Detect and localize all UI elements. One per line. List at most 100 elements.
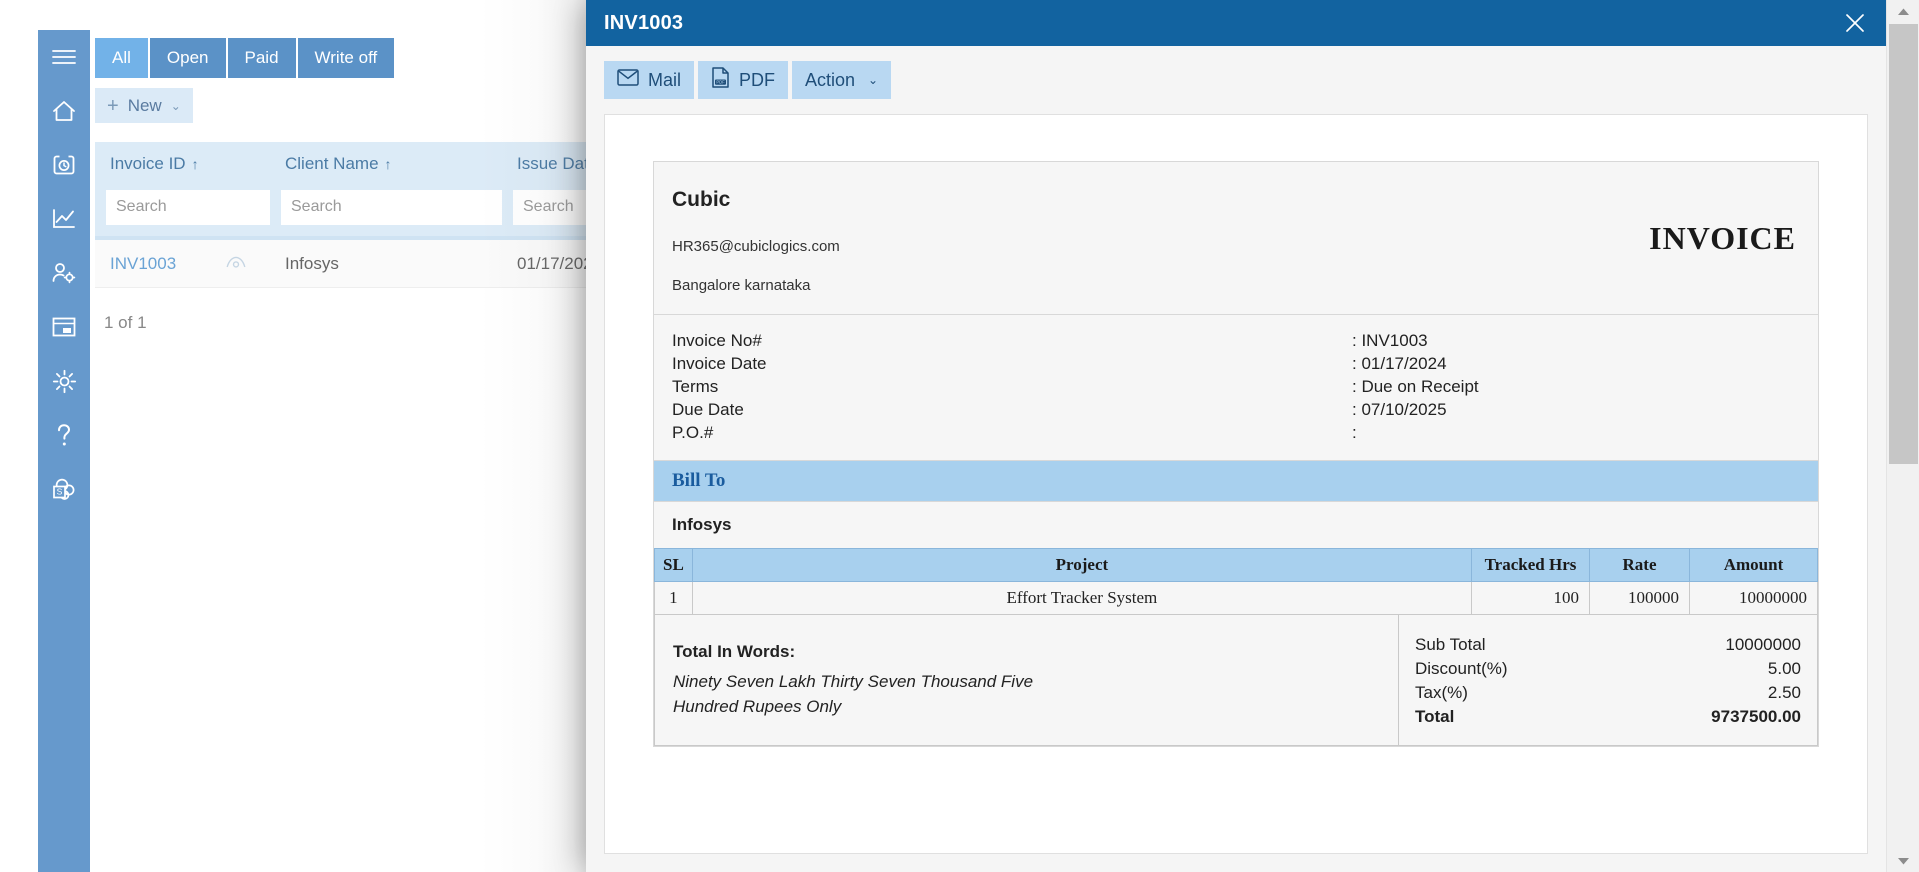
meta-label: Due Date xyxy=(672,400,744,419)
modal-header: INV1003 xyxy=(586,0,1886,46)
line-item-row: 1 Effort Tracker System 100 100000 10000… xyxy=(654,581,1818,615)
summary-row-total: Total 9737500.00 xyxy=(1415,705,1801,729)
action-button-label: Action xyxy=(805,69,856,90)
column-header-label: Invoice ID xyxy=(110,154,186,173)
modal-body: Cubic HR365@cubiclogics.com Bangalore ka… xyxy=(586,114,1886,872)
sidebar-item-help[interactable] xyxy=(38,408,90,462)
invoice-word-mark: INVOICE xyxy=(1649,220,1796,256)
close-icon[interactable] xyxy=(1824,0,1886,46)
column-header-label: Client Name xyxy=(285,154,379,173)
cell-rate: 100000 xyxy=(1589,581,1690,615)
pdf-button[interactable]: PDF PDF xyxy=(698,61,789,99)
invoice-meta-block: Invoice No# : INV1003 Invoice Date : 01/… xyxy=(654,314,1818,460)
line-items-header-row: SL Project Tracked Hrs Rate Amount xyxy=(654,548,1818,582)
company-email: HR365@cubiclogics.com xyxy=(672,238,840,255)
invoice-document: Cubic HR365@cubiclogics.com Bangalore ka… xyxy=(653,161,1819,747)
total-in-words-label: Total In Words: xyxy=(673,641,796,661)
meta-value: : 01/17/2024 xyxy=(1352,354,1447,373)
cell-tracked-hrs: 100 xyxy=(1471,581,1590,615)
new-button-label: New xyxy=(127,95,162,115)
header-amount: Amount xyxy=(1689,548,1818,582)
bill-to-heading: Bill To xyxy=(654,460,1818,501)
cell-invoice-id[interactable]: INV1003 xyxy=(95,254,270,274)
meta-row: Invoice Date : 01/17/2024 xyxy=(672,352,1800,375)
sidebar-item-menu[interactable] xyxy=(38,30,90,84)
filter-tab-paid[interactable]: Paid xyxy=(227,38,296,78)
meta-label: Invoice Date xyxy=(672,354,767,373)
invoice-header: Cubic HR365@cubiclogics.com Bangalore ka… xyxy=(654,162,1818,314)
invoice-id-link: INV1003 xyxy=(110,253,177,273)
new-invoice-button[interactable]: + New ⌄ xyxy=(95,88,193,123)
column-header-invoice-id[interactable]: Invoice ID ↑ xyxy=(95,154,270,174)
line-items-table: SL Project Tracked Hrs Rate Amount 1 Eff… xyxy=(654,548,1818,615)
mail-button[interactable]: Mail xyxy=(604,61,695,99)
meta-row: Invoice No# : INV1003 xyxy=(672,329,1800,352)
company-address: Bangalore karnataka xyxy=(672,277,811,294)
timesheet-clock-icon xyxy=(52,153,76,177)
pagination-label: 1 of 1 xyxy=(104,313,147,332)
cell-client-name: Infosys xyxy=(285,253,339,273)
summary-block: Sub Total 10000000 Discount(%) 5.00 Tax(… xyxy=(1399,615,1817,745)
meta-label: Invoice No# xyxy=(672,331,762,350)
scrollbar-down-arrow-icon[interactable] xyxy=(1887,850,1919,872)
sidebar-item-timesheet[interactable] xyxy=(38,138,90,192)
column-header-client-name[interactable]: Client Name ↑ xyxy=(270,154,502,174)
window-scrollbar[interactable] xyxy=(1886,0,1919,872)
meta-value: : 07/10/2025 xyxy=(1352,400,1447,419)
search-cell-client-name xyxy=(270,189,502,225)
company-name: Cubic xyxy=(672,188,731,211)
filter-tab-write-off[interactable]: Write off xyxy=(297,38,395,78)
summary-label: Sub Total xyxy=(1415,635,1486,654)
gear-icon xyxy=(52,369,77,394)
preview-eye-icon[interactable] xyxy=(226,254,246,274)
sidebar-item-reports[interactable] xyxy=(38,192,90,246)
header-tracked-hrs: Tracked Hrs xyxy=(1471,548,1590,582)
action-button[interactable]: Action ⌄ xyxy=(792,61,892,99)
summary-row-sub-total: Sub Total 10000000 xyxy=(1415,633,1801,657)
sidebar-item-settings[interactable] xyxy=(38,354,90,408)
total-in-words-block: Total In Words: Ninety Seven Lakh Thirty… xyxy=(655,615,1399,745)
summary-label: Discount(%) xyxy=(1415,659,1508,678)
meta-value: : Due on Receipt xyxy=(1352,377,1479,396)
meta-label: P.O.# xyxy=(672,423,714,442)
filter-tab-open[interactable]: Open xyxy=(149,38,226,78)
status-filter-tabs: All Open Paid Write off xyxy=(95,38,395,78)
meta-row: Terms : Due on Receipt xyxy=(672,375,1800,398)
home-icon xyxy=(51,99,77,123)
cell-amount: 10000000 xyxy=(1689,581,1818,615)
search-input-invoice-id[interactable] xyxy=(106,189,270,225)
meta-label: Terms xyxy=(672,377,719,396)
meta-value: : xyxy=(1352,423,1357,442)
meta-row: P.O.# : xyxy=(672,421,1800,444)
sidebar-item-home[interactable] xyxy=(38,84,90,138)
search-input-client-name[interactable] xyxy=(281,189,502,225)
cell-sl: 1 xyxy=(654,581,693,615)
summary-value: 2.50 xyxy=(1767,683,1801,702)
sidebar-item-sharepoint[interactable]: S xyxy=(38,462,90,516)
scrollbar-thumb[interactable] xyxy=(1889,24,1918,464)
filter-tab-all[interactable]: All xyxy=(95,38,148,78)
pdf-button-label: PDF xyxy=(739,69,776,90)
sidebar-item-invoice[interactable] xyxy=(38,300,90,354)
scrollbar-up-arrow-icon[interactable] xyxy=(1887,0,1919,22)
header-project: Project xyxy=(691,548,1473,582)
invoice-document-container: Cubic HR365@cubiclogics.com Bangalore ka… xyxy=(604,114,1868,854)
summary-label: Total xyxy=(1415,707,1455,726)
meta-value: : INV1003 xyxy=(1352,331,1428,350)
modal-title: INV1003 xyxy=(604,11,684,34)
sidebar-item-resources[interactable] xyxy=(38,246,90,300)
invoice-totals-section: Total In Words: Ninety Seven Lakh Thirty… xyxy=(654,615,1818,746)
summary-value: 5.00 xyxy=(1767,659,1801,678)
question-mark-icon xyxy=(54,422,74,448)
mail-button-label: Mail xyxy=(648,69,682,90)
app-root: S All Open Paid Write off + New ⌄ Invoic… xyxy=(0,0,1919,872)
summary-label: Tax(%) xyxy=(1415,683,1468,702)
meta-row: Due Date : 07/10/2025 xyxy=(672,398,1800,421)
cell-project: Effort Tracker System xyxy=(691,581,1473,615)
header-sl: SL xyxy=(654,548,693,582)
summary-value: 10000000 xyxy=(1725,635,1801,654)
summary-value: 9737500.00 xyxy=(1711,707,1801,726)
hamburger-menu-icon xyxy=(51,48,77,66)
chevron-down-icon: ⌄ xyxy=(868,73,879,87)
sort-ascending-icon: ↑ xyxy=(384,156,392,172)
